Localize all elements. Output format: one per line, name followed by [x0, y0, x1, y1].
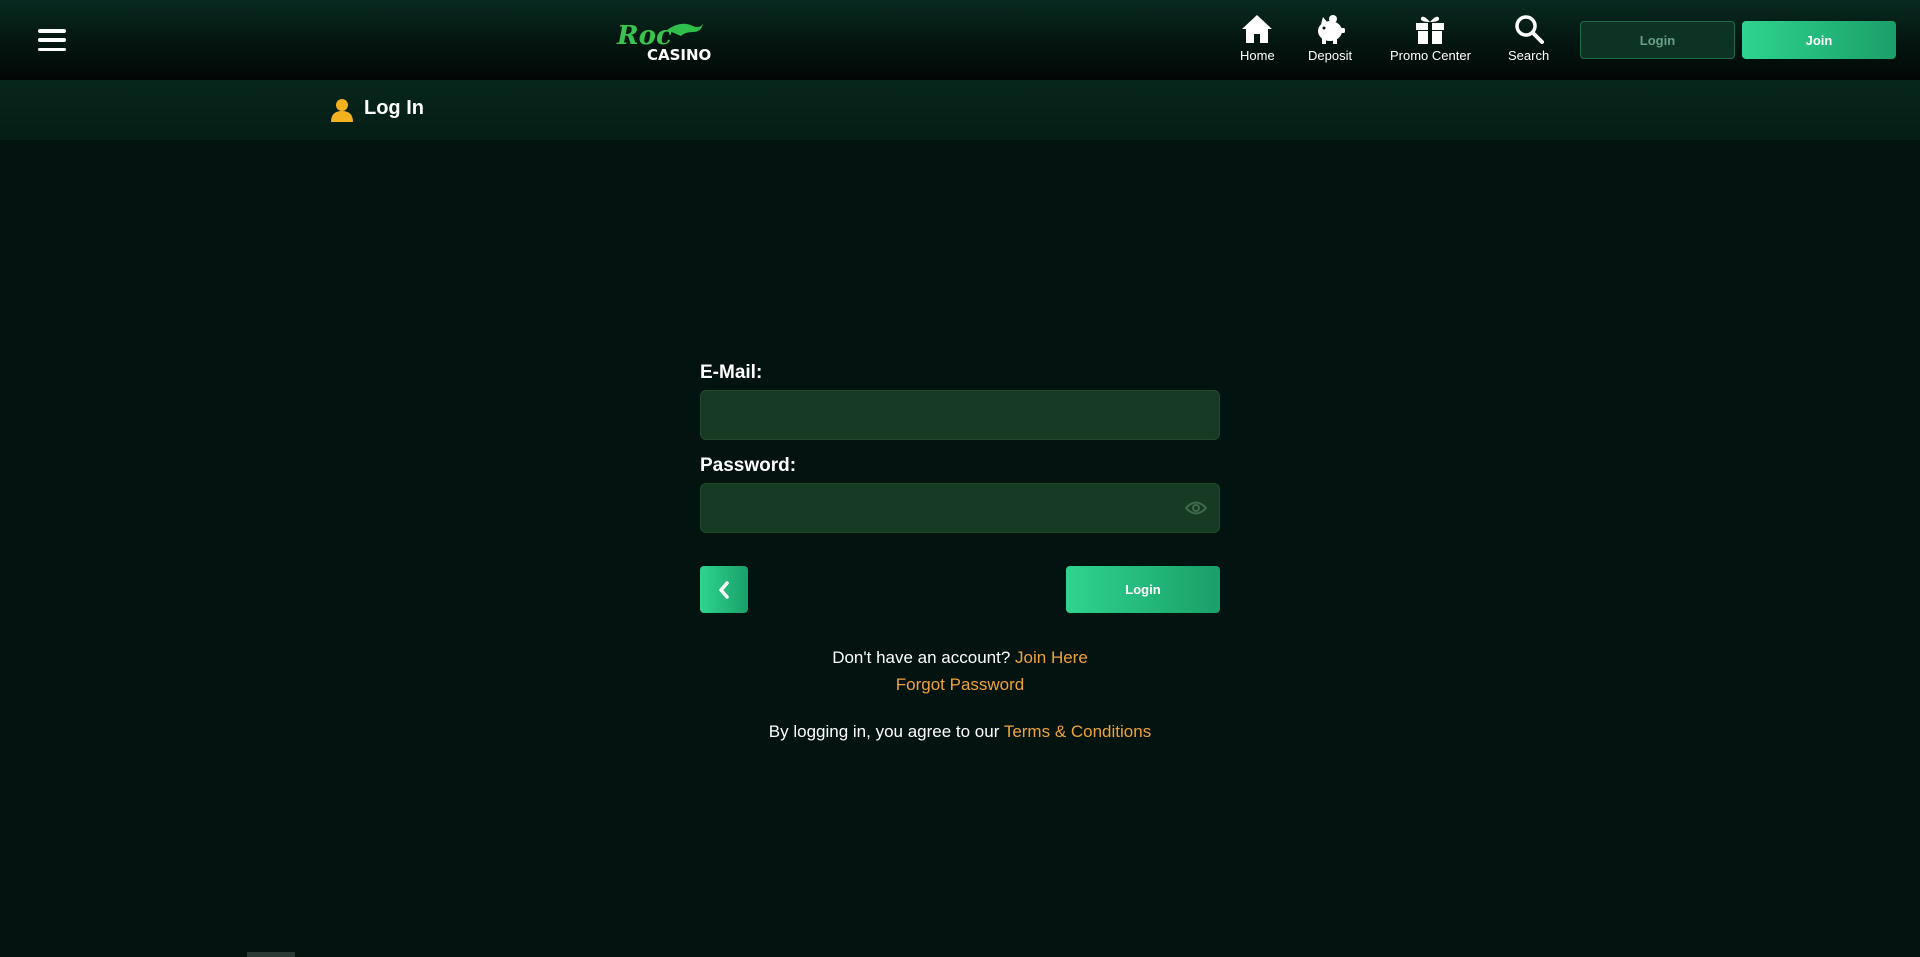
hamburger-menu-icon[interactable] — [38, 29, 66, 51]
nav-search[interactable]: Search — [1508, 14, 1549, 70]
header-join-button[interactable]: Join — [1742, 21, 1896, 59]
top-header: Roc CASINO Home Deposit Promo Center Sea… — [0, 0, 1920, 80]
logo-casino-text: CASINO — [647, 46, 711, 64]
horizontal-scrollbar[interactable] — [247, 952, 295, 957]
terms-line: By logging in, you agree to our Terms & … — [0, 722, 1920, 742]
login-submit-button[interactable]: Login — [1066, 566, 1220, 613]
nav-promo-center-label: Promo Center — [1390, 48, 1471, 63]
eye-icon[interactable] — [1185, 500, 1207, 516]
header-login-button[interactable]: Login — [1580, 21, 1735, 59]
nav-deposit-label: Deposit — [1308, 48, 1353, 63]
no-account-line: Don't have an account? Join Here — [0, 648, 1920, 668]
gift-icon — [1416, 16, 1445, 44]
piggy-bank-icon — [1318, 15, 1346, 44]
nav-home[interactable]: Home — [1240, 14, 1275, 70]
nav-deposit[interactable]: Deposit — [1308, 14, 1352, 70]
user-icon — [331, 99, 353, 122]
nav-search-label: Search — [1508, 48, 1550, 63]
back-button[interactable] — [700, 566, 748, 613]
nav-home-label: Home — [1240, 48, 1275, 63]
roc-casino-logo[interactable]: Roc CASINO — [615, 16, 720, 64]
page-title: Log In — [364, 97, 424, 119]
home-icon — [1242, 15, 1273, 43]
no-account-text: Don't have an account? — [832, 648, 1011, 667]
page-title-bar — [0, 80, 1920, 140]
email-field[interactable] — [700, 390, 1220, 440]
nav-promo-center[interactable]: Promo Center — [1390, 14, 1471, 70]
search-icon — [1514, 15, 1544, 44]
password-field[interactable] — [700, 483, 1220, 533]
terms-link[interactable]: Terms & Conditions — [1004, 722, 1151, 741]
chevron-left-icon — [719, 580, 729, 599]
email-label: E-Mail: — [700, 362, 763, 383]
join-here-link[interactable]: Join Here — [1015, 648, 1088, 667]
forgot-password-link[interactable]: Forgot Password — [896, 675, 1025, 694]
agree-text: By logging in, you agree to our — [768, 722, 1000, 741]
password-label: Password: — [700, 455, 797, 476]
forgot-password-line: Forgot Password — [0, 675, 1920, 695]
